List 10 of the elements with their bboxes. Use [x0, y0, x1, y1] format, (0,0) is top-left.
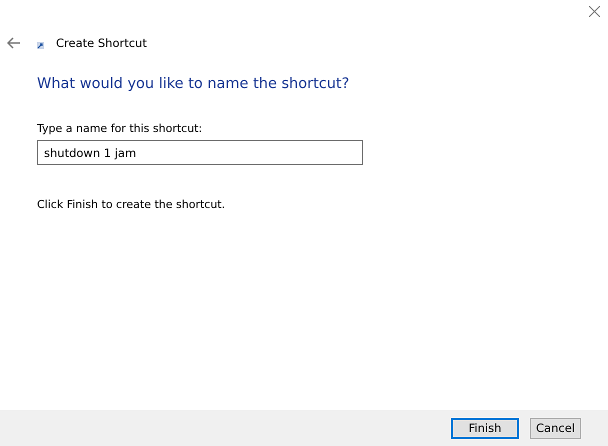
instruction-text: Click Finish to create the shortcut.: [37, 198, 226, 211]
page-heading: What would you like to name the shortcut?: [37, 76, 350, 92]
close-icon[interactable]: [589, 6, 600, 17]
field-label: Type a name for this shortcut:: [37, 122, 204, 135]
dialog-button[interactable]: Cancel: [530, 418, 581, 438]
shortcut-icon: [37, 42, 44, 49]
back-arrow-icon[interactable]: [7, 37, 21, 49]
shortcut-name-field[interactable]: shutdown 1 jam: [37, 140, 363, 165]
window-title: Create Shortcut: [56, 36, 147, 50]
dialog-button[interactable]: Finish: [451, 418, 519, 438]
